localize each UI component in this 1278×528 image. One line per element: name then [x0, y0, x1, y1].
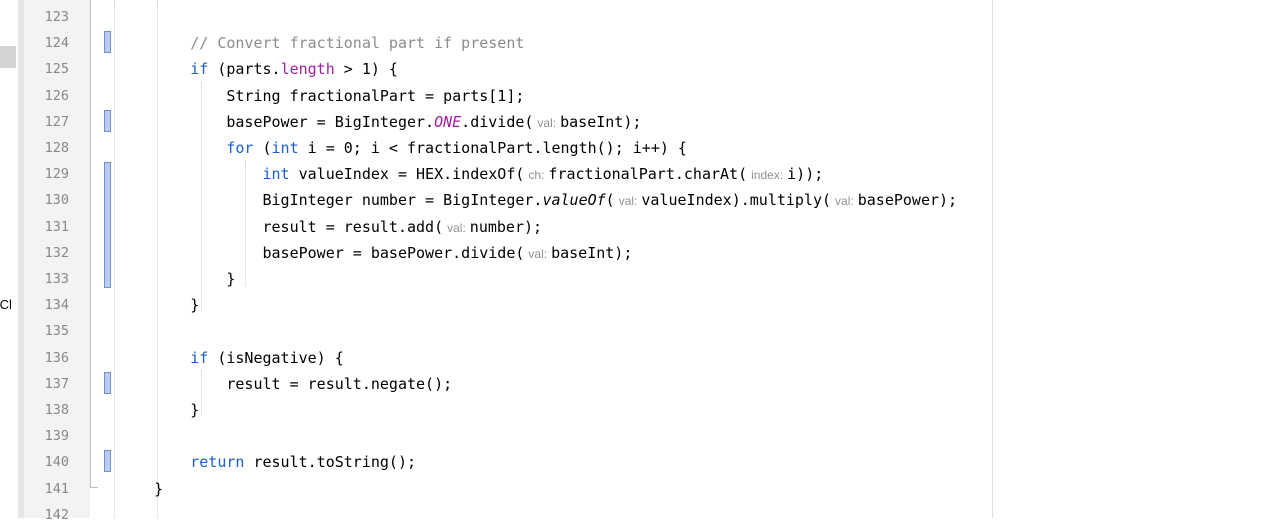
- code-token: return: [190, 453, 245, 472]
- right-margin-guide: [992, 0, 993, 518]
- code-line[interactable]: // Convert fractional part if present: [118, 30, 524, 56]
- code-token: (: [605, 191, 615, 210]
- code-token: baseInt);: [551, 243, 633, 262]
- line-number[interactable]: 134: [24, 292, 69, 318]
- line-number[interactable]: 141: [24, 476, 69, 502]
- line-number[interactable]: 136: [24, 345, 69, 371]
- code-line[interactable]: }: [118, 266, 235, 292]
- code-token: }: [118, 296, 200, 315]
- code-line[interactable]: }: [118, 397, 199, 423]
- code-token: }: [118, 401, 200, 419]
- code-token: // Convert fractional part if present: [190, 34, 525, 53]
- code-token: basePower = basePower.divide(: [118, 243, 525, 262]
- line-number[interactable]: 133: [24, 266, 69, 292]
- code-token: ONE: [434, 112, 462, 131]
- code-token: valueOf: [542, 191, 606, 210]
- code-token: (: [253, 139, 272, 157]
- vcs-change-marker[interactable]: [104, 372, 111, 394]
- code-token: String fractionalPart = parts[1];: [118, 86, 525, 105]
- editor-gutter[interactable]: 123 124 125 126 127 128 129 130 131 132 133 134 135 1…: [24, 0, 90, 523]
- code-token: for: [226, 139, 254, 157]
- clipped-panel-text: /Cl: [0, 297, 12, 312]
- code-token: (parts.: [208, 60, 281, 79]
- parameter-hint: val:: [447, 220, 466, 235]
- code-line[interactable]: }: [118, 292, 199, 318]
- code-token: }: [118, 479, 164, 498]
- code-token: number);: [469, 217, 543, 236]
- code-token: valueIndex).multiply(: [641, 191, 832, 210]
- code-token: result = result.negate();: [118, 374, 453, 393]
- line-number[interactable]: 126: [24, 83, 69, 109]
- code-token: i));: [787, 165, 824, 184]
- code-line[interactable]: BigInteger number = BigInteger.valueOf(v…: [118, 187, 957, 214]
- code-line[interactable]: }: [118, 476, 163, 502]
- code-token: basePower);: [857, 191, 958, 210]
- parameter-hint: val:: [537, 115, 557, 130]
- code-token: .divide(: [461, 112, 534, 131]
- line-number[interactable]: 131: [24, 214, 69, 240]
- line-number[interactable]: 139: [24, 423, 69, 449]
- code-token: if: [190, 60, 209, 79]
- code-token: }: [118, 270, 236, 288]
- code-token: int: [262, 165, 290, 184]
- code-line[interactable]: result = result.add(val: number);: [118, 214, 542, 241]
- code-token: BigInteger number = BigInteger.: [118, 191, 543, 210]
- line-number[interactable]: 129: [24, 161, 69, 187]
- line-number[interactable]: 138: [24, 397, 69, 423]
- code-token: fractionalPart.charAt(: [548, 165, 748, 184]
- line-number[interactable]: 132: [24, 240, 69, 266]
- code-token: basePower = BigInteger.: [118, 112, 435, 131]
- line-number[interactable]: 123: [24, 4, 69, 30]
- parameter-hint: val:: [835, 194, 854, 209]
- code-token: result = result.add(: [118, 217, 444, 236]
- code-line[interactable]: return result.toString();: [118, 449, 416, 475]
- indent-guide: [114, 0, 115, 518]
- code-token: i = 0; i < fractionalPart.length(); i++)…: [298, 139, 687, 157]
- code-token: length: [280, 60, 335, 79]
- parameter-hint: val:: [618, 194, 638, 209]
- code-line[interactable]: basePower = BigInteger.ONE.divide(val: ba…: [118, 109, 641, 136]
- code-token: if: [190, 348, 209, 367]
- vcs-change-marker[interactable]: [104, 31, 111, 53]
- vcs-change-marker[interactable]: [104, 450, 111, 472]
- parameter-hint: val:: [528, 246, 548, 261]
- vcs-change-marker[interactable]: [104, 162, 111, 288]
- line-number[interactable]: 128: [24, 135, 69, 161]
- code-line[interactable]: String fractionalPart = parts[1];: [118, 83, 524, 109]
- vcs-change-marker[interactable]: [104, 110, 111, 132]
- line-number[interactable]: 135: [24, 318, 69, 344]
- project-panel-edge[interactable]: /Cl: [0, 0, 18, 518]
- code-line[interactable]: result = result.negate();: [118, 371, 452, 397]
- line-number[interactable]: 124: [24, 30, 69, 56]
- line-number[interactable]: 137: [24, 371, 69, 397]
- fold-guide-line: [90, 0, 91, 487]
- code-token: baseInt);: [560, 112, 642, 131]
- parameter-hint: index:: [751, 168, 784, 183]
- line-number[interactable]: 142: [24, 502, 69, 528]
- code-line[interactable]: if (isNegative) {: [118, 345, 344, 371]
- parameter-hint: ch:: [528, 168, 545, 183]
- code-token: (isNegative) {: [208, 348, 344, 367]
- code-token: valueIndex = HEX.indexOf(: [289, 165, 525, 184]
- code-token: > 1) {: [334, 60, 398, 79]
- code-line[interactable]: if (parts.length > 1) {: [118, 56, 398, 82]
- code-token: result.toString();: [244, 453, 417, 472]
- line-number[interactable]: 140: [24, 449, 69, 475]
- code-line[interactable]: for (int i = 0; i < fractionalPart.lengt…: [118, 135, 687, 161]
- fold-end-marker[interactable]: [90, 487, 98, 488]
- line-number[interactable]: 130: [24, 187, 69, 213]
- code-line[interactable]: basePower = basePower.divide(val: baseInt…: [118, 240, 632, 267]
- code-token: int: [271, 139, 299, 157]
- selected-tree-row[interactable]: [0, 46, 16, 68]
- line-number[interactable]: 125: [24, 56, 69, 82]
- code-line[interactable]: int valueIndex = HEX.indexOf(ch: fraction…: [118, 161, 824, 188]
- line-number[interactable]: 127: [24, 109, 69, 135]
